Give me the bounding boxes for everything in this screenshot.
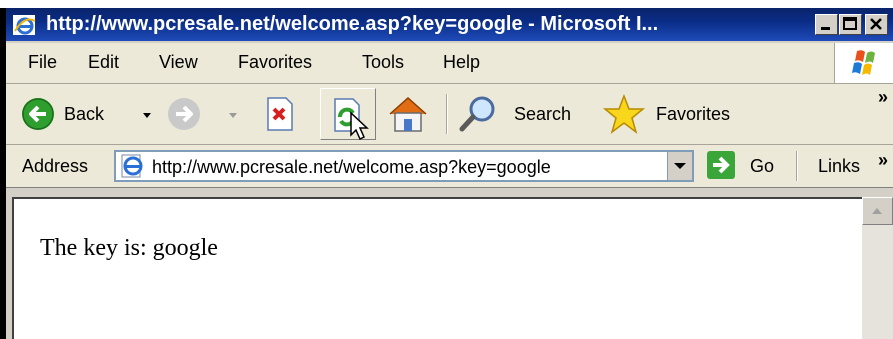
close-icon — [870, 18, 882, 30]
maximize-icon — [843, 17, 857, 30]
forward-arrow-icon — [168, 98, 200, 130]
address-bar: Address http://www.pcresale.net/welcome.… — [6, 145, 893, 188]
address-label: Address — [22, 156, 89, 176]
menu-view[interactable]: View — [159, 51, 198, 73]
toolbar-separator — [446, 94, 448, 134]
windows-logo-icon — [834, 43, 893, 83]
ie-icon — [13, 15, 37, 42]
links-chevron-more[interactable]: » — [878, 149, 888, 171]
stop-icon — [267, 97, 293, 131]
menu-help[interactable]: Help — [443, 51, 480, 73]
vertical-scrollbar[interactable] — [862, 197, 893, 339]
window-title: http://www.pcresale.net/welcome.asp?key=… — [46, 13, 659, 35]
back-label: Back — [64, 104, 105, 124]
links-label[interactable]: Links — [818, 155, 860, 177]
favorites-button[interactable]: Favorites — [602, 93, 762, 134]
address-separator — [796, 151, 798, 181]
star-icon — [602, 93, 646, 134]
maximize-button[interactable] — [839, 14, 862, 35]
toolbar-chevron-more[interactable]: » — [878, 86, 888, 108]
standard-toolbar: Back Search Favorites » — [6, 84, 893, 145]
address-url: http://www.pcresale.net/welcome.asp?key=… — [152, 157, 551, 177]
minimize-button[interactable] — [815, 14, 838, 35]
go-label: Go — [750, 156, 775, 176]
title-bar[interactable]: http://www.pcresale.net/welcome.asp?key=… — [6, 8, 893, 41]
back-button[interactable]: Back — [16, 94, 161, 134]
home-icon — [389, 96, 427, 132]
go-arrow-icon — [707, 151, 735, 179]
back-arrow-icon — [22, 98, 54, 130]
chevron-down-icon[interactable] — [228, 112, 238, 120]
menu-file[interactable]: File — [28, 51, 57, 73]
close-button[interactable] — [865, 14, 888, 35]
home-button[interactable] — [386, 94, 430, 134]
document-pane: The key is: google — [12, 197, 862, 339]
chevron-down-icon — [674, 163, 686, 169]
page-ie-icon — [121, 154, 143, 178]
page-body-text: The key is: google — [40, 235, 218, 261]
address-dropdown-button[interactable] — [667, 152, 692, 180]
chevron-up-icon — [872, 208, 882, 214]
menu-tools[interactable]: Tools — [362, 51, 404, 73]
go-button[interactable]: Go — [706, 150, 782, 182]
browser-window: http://www.pcresale.net/welcome.asp?key=… — [6, 8, 893, 339]
chevron-down-icon[interactable] — [142, 112, 152, 120]
search-button[interactable]: Search — [458, 94, 588, 134]
mouse-cursor-icon — [350, 111, 369, 141]
favorites-label: Favorites — [656, 104, 731, 124]
scroll-up-button[interactable] — [862, 197, 893, 225]
menu-favorites[interactable]: Favorites — [238, 51, 312, 73]
minimize-icon — [821, 27, 830, 30]
address-input[interactable]: http://www.pcresale.net/welcome.asp?key=… — [114, 150, 694, 182]
stop-button[interactable] — [260, 94, 300, 134]
menu-bar: File Edit View Favorites Tools Help — [6, 43, 893, 84]
menu-edit[interactable]: Edit — [88, 51, 119, 73]
search-label: Search — [514, 104, 572, 124]
forward-button[interactable] — [164, 94, 244, 134]
content-area: The key is: google — [6, 189, 893, 339]
refresh-button[interactable] — [320, 88, 376, 141]
search-icon — [459, 96, 495, 132]
